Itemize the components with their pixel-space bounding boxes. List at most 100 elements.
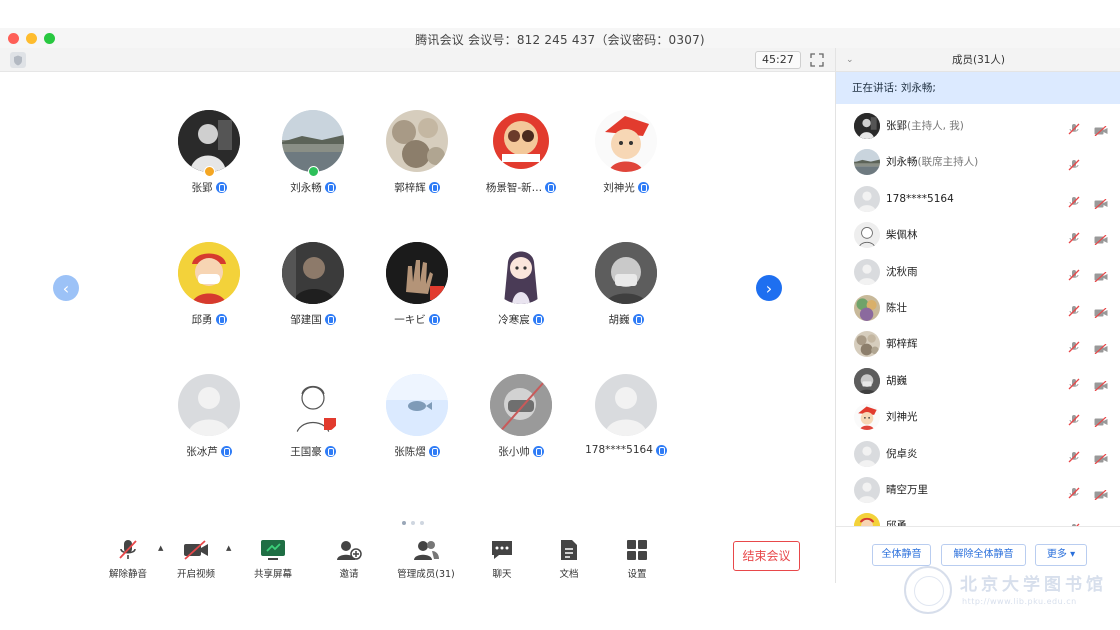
participant-avatar xyxy=(178,242,240,304)
participant-avatar xyxy=(595,110,657,172)
video-off-icon[interactable] xyxy=(1094,449,1108,465)
participant-avatar xyxy=(490,242,552,304)
member-row[interactable]: 刘永畅(联席主持人) xyxy=(836,144,1120,180)
participant-name: 一キビ xyxy=(394,314,426,326)
participant-tile[interactable]: 胡巍 xyxy=(571,242,681,342)
member-row[interactable]: 郭梓辉 xyxy=(836,326,1120,362)
participant-name: 杨景智-新… xyxy=(485,182,543,194)
member-avatar xyxy=(854,331,880,358)
user-badge-icon xyxy=(324,182,336,193)
participant-tile[interactable]: 郭梓辉 xyxy=(362,110,472,210)
user-badge-icon xyxy=(220,446,232,457)
security-shield-icon[interactable] xyxy=(10,52,26,68)
muted-mic-icon[interactable] xyxy=(1068,193,1080,208)
documents-button[interactable]: 文档 xyxy=(533,538,605,582)
muted-mic-icon[interactable] xyxy=(1068,156,1080,171)
video-off-icon[interactable] xyxy=(1094,376,1108,392)
chat-button[interactable]: 聊天 xyxy=(466,538,538,582)
participant-tile[interactable]: 刘永畅 xyxy=(258,110,368,210)
member-row[interactable]: 邱勇 xyxy=(836,508,1120,526)
member-row[interactable]: 晴空万里 xyxy=(836,472,1120,508)
document-icon xyxy=(533,538,605,562)
mute-all-button[interactable]: 全体静音 xyxy=(872,544,931,566)
member-row[interactable]: 柴佩林 xyxy=(836,217,1120,253)
member-name: 胡巍 xyxy=(886,374,907,387)
participant-tile[interactable]: 刘神光 xyxy=(571,110,681,210)
muted-mic-icon[interactable] xyxy=(1068,302,1080,317)
video-off-icon[interactable] xyxy=(1094,339,1108,355)
user-badge-icon xyxy=(215,182,227,193)
muted-mic-icon[interactable] xyxy=(1068,448,1080,463)
user-badge-icon xyxy=(545,182,557,193)
participant-tile[interactable]: 178****5164 xyxy=(571,374,681,474)
member-avatar xyxy=(854,149,880,176)
end-meeting-button[interactable]: 结束会议 xyxy=(733,541,800,571)
start-video-button[interactable]: 开启视频 xyxy=(160,538,232,582)
participant-tile[interactable]: 杨景智-新… xyxy=(466,110,576,210)
member-row[interactable]: 张郢(主持人, 我) xyxy=(836,108,1120,144)
muted-mic-icon[interactable] xyxy=(1068,411,1080,426)
collapse-chevron-icon[interactable]: ⌄ xyxy=(846,48,854,72)
share-screen-button[interactable]: 共享屏幕 xyxy=(237,538,309,582)
participant-avatar xyxy=(282,242,344,304)
video-off-icon[interactable] xyxy=(1094,121,1108,137)
fullscreen-icon[interactable] xyxy=(808,51,826,69)
member-name: 柴佩林 xyxy=(886,229,918,242)
participant-avatar xyxy=(386,110,448,172)
window-title-bar: 腾讯会议 会议号：812 245 437（会议密码：0307) xyxy=(0,28,1120,48)
participant-tile[interactable]: 邹建国 xyxy=(258,242,368,342)
member-row[interactable]: 178****5164 xyxy=(836,181,1120,217)
participant-tile[interactable]: 张小帅 xyxy=(466,374,576,474)
user-badge-icon xyxy=(215,314,227,325)
video-off-icon[interactable] xyxy=(1094,194,1108,210)
muted-mic-icon[interactable] xyxy=(1068,266,1080,281)
muted-mic-icon[interactable] xyxy=(1068,484,1080,499)
member-row[interactable]: 陈壮 xyxy=(836,290,1120,326)
members-panel-header: ⌄ 成员(31人) xyxy=(836,48,1120,72)
next-page-button[interactable]: › xyxy=(756,275,782,301)
manage-members-button[interactable]: 管理成员(31) xyxy=(390,538,462,582)
participant-name: 邱勇 xyxy=(191,314,213,326)
library-seal-icon xyxy=(904,566,952,614)
user-badge-icon xyxy=(637,182,649,193)
video-off-icon[interactable] xyxy=(1094,412,1108,428)
more-options-button[interactable]: 更多 ▾ xyxy=(1035,544,1087,566)
muted-mic-icon[interactable] xyxy=(1068,338,1080,353)
members-panel: ⌄ 成员(31人) 正在讲话: 刘永畅; 张郢(主持人, 我) 刘永畅(联席主持人… xyxy=(835,48,1120,583)
participant-tile[interactable]: 冷寒宸 xyxy=(466,242,576,342)
participant-tile[interactable]: 一キビ xyxy=(362,242,472,342)
library-watermark: 北京大学图书馆 http://www.lib.pku.edu.cn xyxy=(904,566,1114,618)
previous-page-button[interactable]: ‹ xyxy=(53,275,79,301)
unmute-all-button[interactable]: 解除全体静音 xyxy=(941,544,1026,566)
unmute-button[interactable]: 解除静音 xyxy=(92,538,164,582)
video-off-icon[interactable] xyxy=(1094,230,1108,246)
participant-avatar xyxy=(386,374,448,436)
muted-mic-icon[interactable] xyxy=(1068,120,1080,135)
video-off-icon[interactable] xyxy=(1094,267,1108,283)
participant-avatar xyxy=(178,374,240,436)
member-row[interactable]: 沈秋雨 xyxy=(836,254,1120,290)
chat-bubble-icon xyxy=(466,538,538,562)
participant-tile[interactable]: 张郢 xyxy=(154,110,264,210)
member-row[interactable]: 刘神光 xyxy=(836,399,1120,435)
member-avatar xyxy=(854,185,880,212)
video-off-icon[interactable] xyxy=(1094,303,1108,319)
participant-name: 胡巍 xyxy=(608,314,630,326)
muted-mic-icon[interactable] xyxy=(1068,375,1080,390)
member-role: (主持人, 我) xyxy=(907,120,964,132)
member-avatar xyxy=(854,113,880,139)
participant-tile[interactable]: 王国豪 xyxy=(258,374,368,474)
member-row[interactable]: 胡巍 xyxy=(836,363,1120,399)
participant-tile[interactable]: 张陈熠 xyxy=(362,374,472,474)
member-row[interactable]: 倪卓炎 xyxy=(836,436,1120,472)
participant-name: 刘神光 xyxy=(603,182,635,194)
participant-name: 张陈熠 xyxy=(394,446,426,458)
muted-mic-icon[interactable] xyxy=(1068,229,1080,244)
settings-button[interactable]: 设置 xyxy=(601,538,673,582)
video-options-caret-icon[interactable]: ▲ xyxy=(226,544,231,552)
participant-tile[interactable]: 邱勇 xyxy=(154,242,264,342)
video-off-icon[interactable] xyxy=(1094,485,1108,501)
participant-tile[interactable]: 张冰芦 xyxy=(154,374,264,474)
participant-gallery: ‹ › 张郢 刘永畅 郭梓辉 杨景智-新… 刘神光邱勇 邹建国 一キビ 冷寒宸 胡巍张冰芦 王国豪… xyxy=(0,72,835,532)
invite-button[interactable]: 邀请 xyxy=(313,538,385,582)
